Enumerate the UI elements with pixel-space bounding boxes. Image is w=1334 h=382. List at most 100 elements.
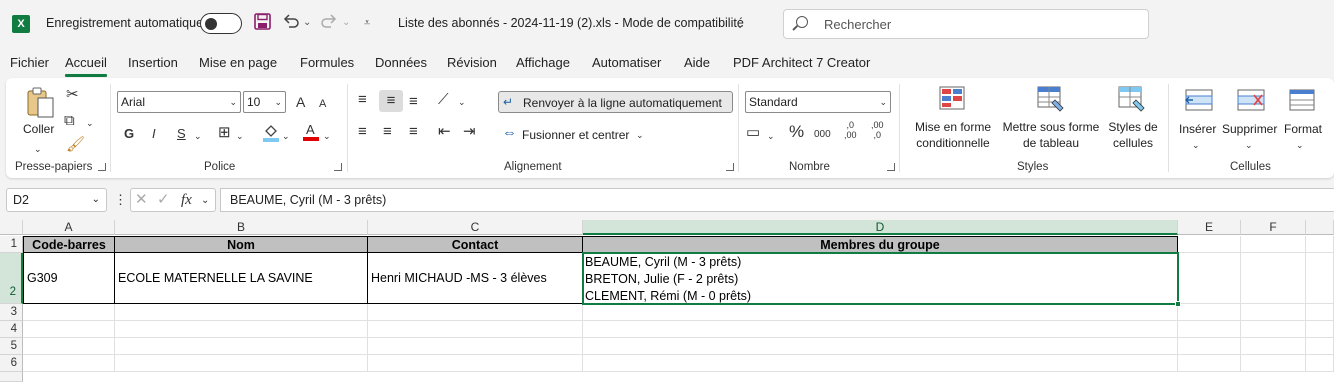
insert-cells-label[interactable]: Insérer bbox=[1179, 122, 1216, 136]
cell-a1[interactable]: Code-barres bbox=[23, 236, 115, 253]
borders-icon[interactable]: ⊞ bbox=[218, 124, 231, 142]
accounting-format-icon[interactable]: ▭ bbox=[746, 124, 760, 142]
tab-fichier[interactable]: Fichier bbox=[10, 55, 49, 70]
cell-b5[interactable] bbox=[115, 338, 368, 355]
bold-button[interactable]: G bbox=[124, 125, 134, 143]
column-header-g[interactable] bbox=[1306, 220, 1334, 235]
wrap-text-button[interactable]: ↵ Renvoyer à la ligne automatiquement bbox=[498, 91, 733, 113]
font-launcher-icon[interactable] bbox=[334, 163, 342, 171]
tab-affichage[interactable]: Affichage bbox=[516, 55, 570, 70]
cell-f5[interactable] bbox=[1241, 338, 1306, 355]
cell-d3[interactable] bbox=[583, 304, 1178, 321]
cell-c1[interactable]: Contact bbox=[368, 236, 583, 253]
cell-d5[interactable] bbox=[583, 338, 1178, 355]
formula-input[interactable]: BEAUME, Cyril (M - 3 prêts) bbox=[220, 188, 1334, 212]
cell-a4[interactable] bbox=[23, 321, 115, 338]
number-format-select[interactable]: Standard ⌄ bbox=[745, 91, 891, 113]
merge-center-icon[interactable]: ⇔ bbox=[502, 124, 517, 142]
document-title[interactable]: Liste des abonnés - 2024-11-19 (2).xls -… bbox=[398, 16, 744, 30]
paste-label[interactable]: Coller bbox=[23, 122, 54, 136]
cell-a5[interactable] bbox=[23, 338, 115, 355]
clipboard-launcher-icon[interactable] bbox=[98, 163, 106, 171]
tab-aide[interactable]: Aide bbox=[684, 55, 710, 70]
cell-d6[interactable] bbox=[583, 355, 1178, 372]
row-header-4[interactable]: 4 bbox=[0, 321, 23, 338]
cell-c2[interactable]: Henri MICHAUD -MS - 3 élèves bbox=[368, 253, 583, 304]
format-dropdown-icon[interactable]: ⌄ bbox=[1296, 136, 1304, 154]
alignment-launcher-icon[interactable] bbox=[726, 163, 734, 171]
align-bottom-icon[interactable]: ≡ bbox=[409, 93, 418, 111]
cell-c4[interactable] bbox=[368, 321, 583, 338]
row-header-2[interactable]: 2 bbox=[0, 253, 23, 304]
spreadsheet-grid[interactable]: A B C D E F 1 2 3 4 5 6 Code-barres Nom … bbox=[0, 220, 1334, 382]
cell-a6[interactable] bbox=[23, 355, 115, 372]
column-header-d[interactable]: D bbox=[583, 220, 1178, 235]
cut-icon[interactable]: ✂ bbox=[66, 86, 79, 104]
orientation-icon[interactable]: ⟋ bbox=[438, 91, 449, 109]
cell-f2[interactable] bbox=[1241, 253, 1306, 304]
delete-cells-label[interactable]: Supprimer bbox=[1222, 122, 1277, 136]
accounting-dropdown-icon[interactable]: ⌄ bbox=[767, 127, 775, 145]
fill-color-dropdown-icon[interactable]: ⌄ bbox=[282, 127, 290, 145]
enter-icon[interactable]: ✓ bbox=[157, 191, 170, 209]
cell-g5[interactable] bbox=[1306, 338, 1334, 355]
paste-dropdown-icon[interactable]: ⌄ bbox=[34, 140, 42, 158]
row-header-5[interactable]: 5 bbox=[0, 338, 23, 355]
format-cells-label[interactable]: Format bbox=[1284, 122, 1322, 136]
percent-button[interactable]: % bbox=[789, 123, 804, 141]
cell-e6[interactable] bbox=[1178, 355, 1241, 372]
tab-accueil[interactable]: Accueil bbox=[65, 55, 107, 77]
cell-d1[interactable]: Membres du groupe bbox=[583, 236, 1178, 253]
row-header-3[interactable]: 3 bbox=[0, 304, 23, 321]
conditional-formatting-label[interactable]: Mise en forme conditionnelle bbox=[909, 119, 997, 151]
undo-icon[interactable] bbox=[282, 13, 300, 35]
paste-icon[interactable] bbox=[26, 86, 56, 125]
cell-b3[interactable] bbox=[115, 304, 368, 321]
autosave-toggle[interactable] bbox=[200, 13, 242, 34]
save-icon[interactable] bbox=[254, 13, 271, 36]
row-header-6[interactable]: 6 bbox=[0, 355, 23, 372]
tab-insertion[interactable]: Insertion bbox=[128, 55, 178, 70]
cell-styles-label[interactable]: Styles de cellules bbox=[1104, 119, 1162, 151]
column-header-b[interactable]: B bbox=[115, 220, 368, 235]
cell-b6[interactable] bbox=[115, 355, 368, 372]
shrink-font-icon[interactable]: A bbox=[319, 95, 326, 113]
format-cells-icon[interactable] bbox=[1288, 88, 1316, 117]
increase-decimal-button[interactable]: ,0 ,00 bbox=[844, 120, 857, 140]
tab-formules[interactable]: Formules bbox=[300, 55, 354, 70]
select-all-corner[interactable] bbox=[0, 220, 23, 235]
copy-icon[interactable]: ⧉ bbox=[64, 112, 75, 130]
cell-g6[interactable] bbox=[1306, 355, 1334, 372]
align-middle-icon[interactable]: ≡ bbox=[379, 90, 403, 112]
orientation-dropdown-icon[interactable]: ⌄ bbox=[458, 93, 466, 111]
underline-dropdown-icon[interactable]: ⌄ bbox=[194, 127, 202, 145]
font-size-select[interactable]: 10 ⌄ bbox=[243, 91, 286, 113]
cell-c5[interactable] bbox=[368, 338, 583, 355]
cell-g3[interactable] bbox=[1306, 304, 1334, 321]
cell-g4[interactable] bbox=[1306, 321, 1334, 338]
name-box[interactable]: D2 ⌄ bbox=[6, 188, 107, 212]
redo-icon[interactable] bbox=[320, 13, 338, 35]
cell-e1[interactable] bbox=[1178, 236, 1241, 253]
cell-f3[interactable] bbox=[1241, 304, 1306, 321]
tab-donnees[interactable]: Données bbox=[375, 55, 427, 70]
customize-toolbar-icon[interactable]: ⩡ bbox=[364, 13, 370, 33]
cell-b2[interactable]: ECOLE MATERNELLE LA SAVINE bbox=[115, 253, 368, 304]
chevron-down-icon[interactable]: ⌄ bbox=[201, 192, 209, 210]
cell-g1[interactable] bbox=[1306, 236, 1334, 253]
column-header-a[interactable]: A bbox=[23, 220, 115, 235]
cell-e5[interactable] bbox=[1178, 338, 1241, 355]
number-launcher-icon[interactable] bbox=[887, 163, 895, 171]
tab-revision[interactable]: Révision bbox=[447, 55, 497, 70]
underline-button[interactable]: S bbox=[177, 125, 186, 143]
row-header-1[interactable]: 1 bbox=[0, 236, 23, 253]
copy-dropdown-icon[interactable]: ⌄ bbox=[86, 114, 94, 132]
font-name-select[interactable]: Arial ⌄ bbox=[117, 91, 241, 113]
cell-c3[interactable] bbox=[368, 304, 583, 321]
cell-f4[interactable] bbox=[1241, 321, 1306, 338]
cell-e4[interactable] bbox=[1178, 321, 1241, 338]
fill-handle[interactable] bbox=[1175, 301, 1181, 307]
cell-d4[interactable] bbox=[583, 321, 1178, 338]
format-as-table-icon[interactable] bbox=[1037, 86, 1065, 117]
cell-a3[interactable] bbox=[23, 304, 115, 321]
